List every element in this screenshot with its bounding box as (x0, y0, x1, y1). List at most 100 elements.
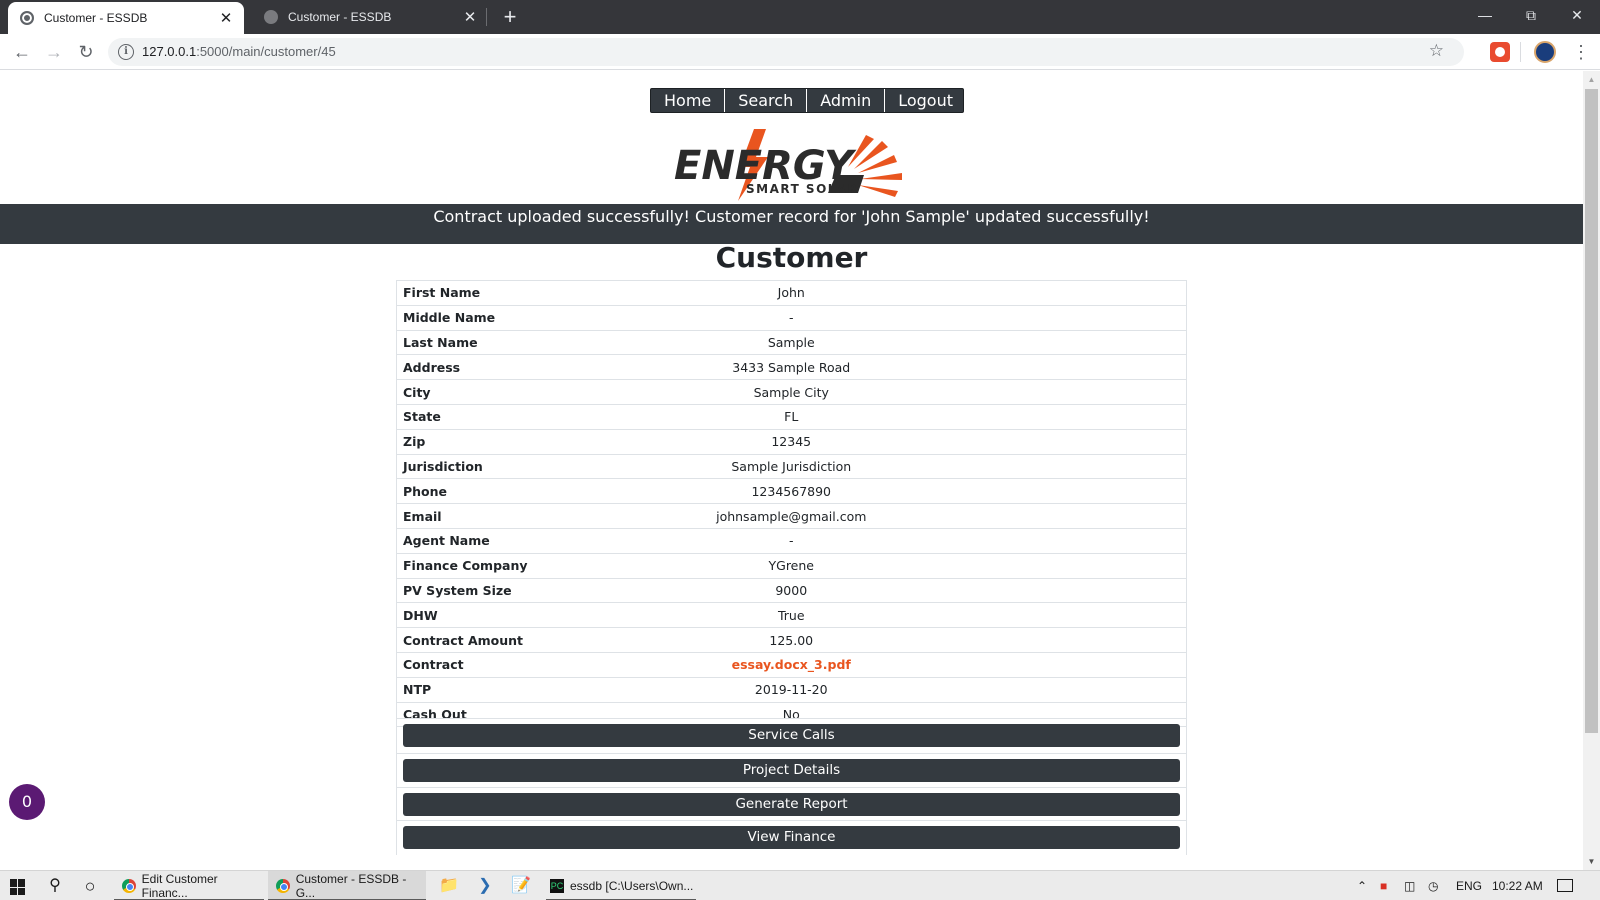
field-value: Sample City (656, 379, 1187, 405)
taskbar-item-pycharm[interactable]: PC essdb [C:\Users\Own... (546, 871, 696, 900)
action-row: View Finance (396, 820, 1187, 855)
clock-time[interactable]: 10:22 AM (1492, 871, 1543, 900)
globe-icon (264, 10, 278, 24)
close-window-icon[interactable]: ✕ (1554, 0, 1600, 30)
url-text[interactable]: 127.0.0.1:5000/main/customer/45 (142, 44, 336, 59)
site-nav: Home Search Admin Logout (650, 88, 964, 113)
table-row: NTP 2019-11-20 (396, 676, 1187, 703)
browser-tab-active[interactable]: Customer - ESSDB ✕ (8, 2, 244, 34)
contract-file-link[interactable]: essay.docx_3.pdf (732, 657, 851, 672)
field-value: 9000 (656, 577, 1187, 603)
taskbar-item-chrome-edit[interactable]: Edit Customer Financ... (114, 871, 264, 900)
back-arrow-icon[interactable]: ← (10, 40, 34, 64)
field-label: NTP (396, 676, 657, 703)
forward-arrow-icon[interactable]: → (42, 40, 66, 64)
search-icon[interactable]: ⚲ (44, 875, 66, 897)
browser-tab-inactive[interactable]: Customer - ESSDB ✕ (252, 0, 488, 34)
powershell-icon[interactable]: ❯ (474, 875, 496, 897)
field-label: First Name (396, 280, 657, 306)
field-label: City (396, 379, 657, 405)
extension-icon[interactable] (1490, 42, 1510, 62)
nav-search[interactable]: Search (725, 89, 808, 112)
table-row: Phone 1234567890 (396, 478, 1187, 504)
tab-close-icon[interactable]: ✕ (460, 8, 480, 26)
language-indicator[interactable]: ENG (1456, 871, 1482, 900)
field-label: Finance Company (396, 552, 657, 579)
taskbar-item-label: Customer - ESSDB - G... (295, 872, 407, 900)
field-value: Sample Jurisdiction (656, 453, 1187, 479)
tray-chevron-icon[interactable]: ⌃ (1357, 871, 1367, 900)
field-label: State (396, 403, 657, 430)
file-explorer-icon[interactable]: 📁 (438, 875, 460, 897)
field-label: Agent Name (396, 527, 657, 554)
table-row: Jurisdiction Sample Jurisdiction (396, 453, 1187, 479)
toolbar-divider (1520, 42, 1521, 62)
reload-icon[interactable]: ↻ (74, 40, 98, 64)
battery-icon[interactable]: ◫ (1404, 871, 1415, 900)
table-row: State FL (396, 403, 1187, 430)
field-label: Zip (396, 428, 657, 455)
field-label: DHW (396, 602, 657, 628)
cortana-icon[interactable]: ○ (79, 875, 101, 897)
table-row: Contract Amount 125.00 (396, 627, 1187, 653)
nav-logout[interactable]: Logout (885, 89, 963, 112)
browser-toolbar: ← → ↻ i 127.0.0.1:5000/main/customer/45 … (0, 34, 1600, 70)
info-icon[interactable]: i (118, 44, 134, 60)
pycharm-icon: PC (550, 879, 564, 893)
field-label: Contract Amount (396, 627, 657, 653)
field-value: Sample (656, 329, 1187, 355)
table-row: City Sample City (396, 379, 1187, 405)
profile-avatar[interactable] (1534, 41, 1556, 63)
customer-details-table: First Name John Middle Name - Last Name Sampl… (396, 280, 1187, 728)
view-finance-button[interactable]: View Finance (403, 826, 1180, 849)
field-label: Jurisdiction (396, 453, 657, 479)
field-value: 125.00 (656, 627, 1187, 653)
table-row: PV System Size 9000 (396, 577, 1187, 603)
table-row: DHW True (396, 602, 1187, 628)
page-scrollbar[interactable]: ▲ ▼ (1583, 71, 1600, 870)
field-value: 12345 (656, 428, 1187, 455)
scroll-down-arrow-icon[interactable]: ▼ (1583, 853, 1600, 870)
scrollbar-thumb[interactable] (1585, 89, 1598, 733)
table-row: Finance Company YGrene (396, 552, 1187, 579)
field-label: Contract (396, 651, 657, 678)
project-details-button[interactable]: Project Details (403, 759, 1180, 782)
more-menu-icon[interactable]: ⋮ (1572, 40, 1590, 64)
field-value: YGrene (656, 552, 1187, 579)
minimize-icon[interactable]: — (1462, 0, 1508, 30)
wifi-icon[interactable]: ◷ (1428, 871, 1438, 900)
field-value: - (656, 304, 1187, 331)
bookmark-star-icon[interactable]: ☆ (1429, 41, 1444, 61)
field-value: essay.docx_3.pdf (656, 651, 1187, 678)
generate-report-button[interactable]: Generate Report (403, 793, 1180, 816)
notification-center-icon[interactable] (1557, 879, 1573, 892)
field-value: 2019-11-20 (656, 676, 1187, 703)
tab-close-icon[interactable]: ✕ (216, 9, 236, 27)
nav-admin[interactable]: Admin (807, 89, 886, 112)
field-label: PV System Size (396, 577, 657, 603)
table-row: Zip 12345 (396, 428, 1187, 455)
taskbar-item-chrome-customer[interactable]: Customer - ESSDB - G... (268, 871, 426, 900)
window-controls: — ⧉ ✕ (1462, 0, 1600, 30)
energy-smart-solar-logo: ENERGY SMART SOLAR (674, 129, 902, 201)
restore-icon[interactable]: ⧉ (1508, 0, 1554, 30)
tray-app-icon[interactable]: ■ (1380, 871, 1387, 900)
notepad-icon[interactable]: 📝 (510, 875, 532, 897)
table-row: Contract essay.docx_3.pdf (396, 651, 1187, 678)
service-calls-button[interactable]: Service Calls (403, 724, 1180, 747)
page-viewport: Home Search Admin Logout ENERGY SMART SO… (0, 71, 1583, 870)
field-value: True (656, 602, 1187, 628)
field-value: 3433 Sample Road (656, 354, 1187, 380)
windows-taskbar: ⚲ ○ Edit Customer Financ... Customer - E… (0, 870, 1600, 900)
page-title: Customer (715, 241, 868, 274)
address-bar[interactable]: i 127.0.0.1:5000/main/customer/45 ☆ (108, 38, 1464, 66)
scroll-up-arrow-icon[interactable]: ▲ (1583, 71, 1600, 88)
windows-start-icon[interactable] (10, 879, 26, 895)
table-row: Last Name Sample (396, 329, 1187, 355)
url-path: :5000/main/customer/45 (196, 44, 336, 59)
new-tab-button[interactable]: + (498, 5, 522, 29)
floating-counter-badge[interactable]: 0 (9, 784, 45, 820)
nav-home[interactable]: Home (651, 89, 726, 112)
field-value: 1234567890 (656, 478, 1187, 504)
browser-tab-bar: Customer - ESSDB ✕ Customer - ESSDB ✕ + … (0, 0, 1600, 34)
